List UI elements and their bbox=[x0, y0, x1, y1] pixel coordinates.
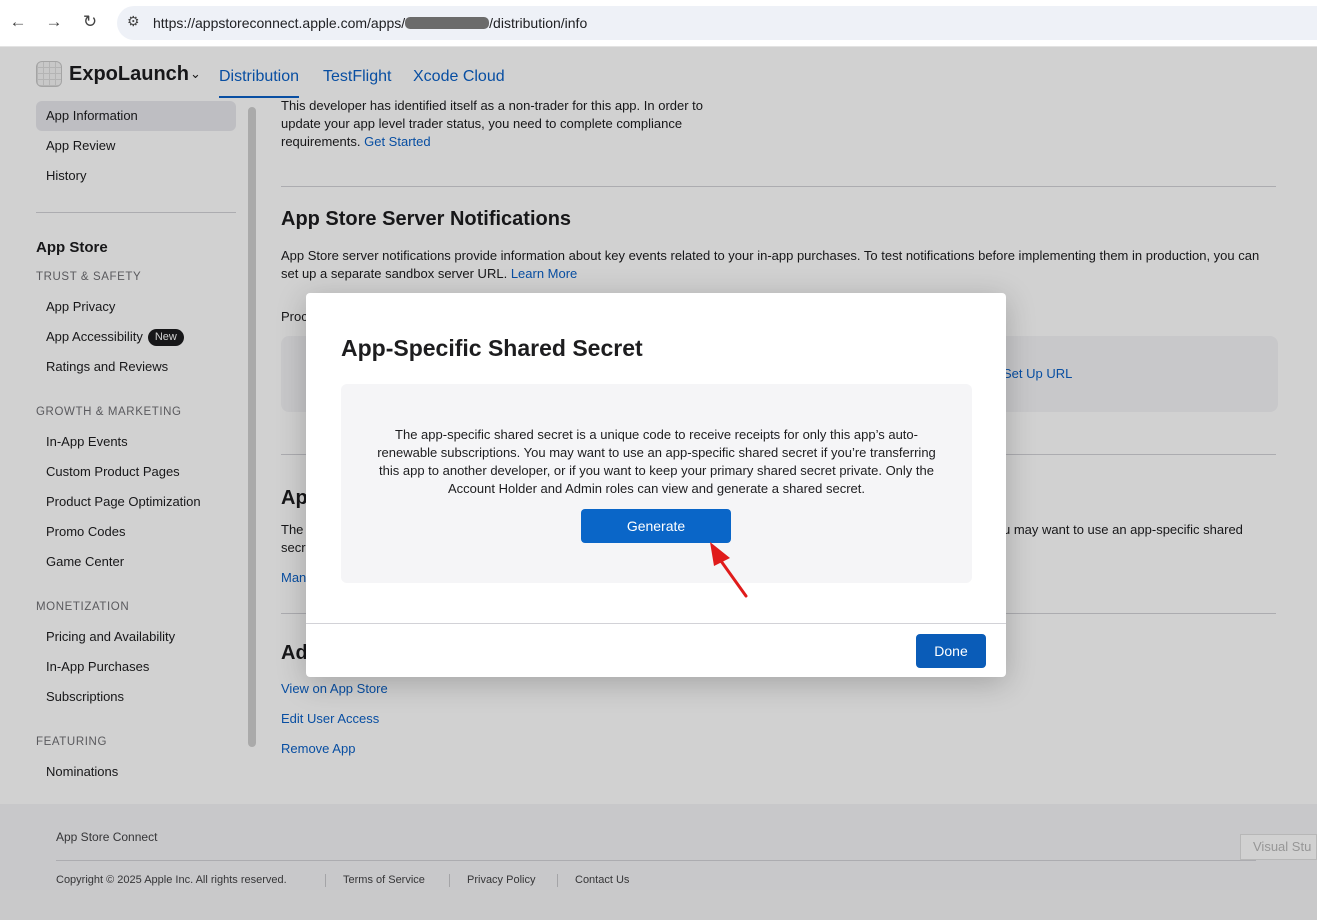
done-button[interactable]: Done bbox=[916, 634, 986, 668]
reload-icon[interactable]: ↻ bbox=[78, 10, 102, 34]
url-text: https://appstoreconnect.apple.com/apps//… bbox=[153, 15, 588, 31]
dialog-divider bbox=[306, 623, 1006, 624]
modal-backdrop-footer[interactable] bbox=[0, 804, 1317, 920]
redacted-app-id bbox=[405, 17, 490, 29]
back-arrow-icon[interactable]: ← bbox=[6, 10, 30, 34]
dialog-description: The app-specific shared secret is a uniq… bbox=[377, 427, 936, 496]
dialog-title: App-Specific Shared Secret bbox=[341, 335, 643, 361]
dialog-content-box: The app-specific shared secret is a uniq… bbox=[341, 384, 972, 583]
address-bar[interactable]: ⚙ https://appstoreconnect.apple.com/apps… bbox=[117, 6, 1317, 40]
browser-toolbar: ← → ↻ ⚙ https://appstoreconnect.apple.co… bbox=[0, 0, 1317, 47]
shared-secret-dialog: App-Specific Shared Secret The app-speci… bbox=[306, 293, 1006, 677]
red-pointer-arrow-icon bbox=[710, 542, 748, 598]
site-settings-icon[interactable]: ⚙ bbox=[127, 13, 140, 30]
forward-arrow-icon[interactable]: → bbox=[42, 10, 66, 34]
